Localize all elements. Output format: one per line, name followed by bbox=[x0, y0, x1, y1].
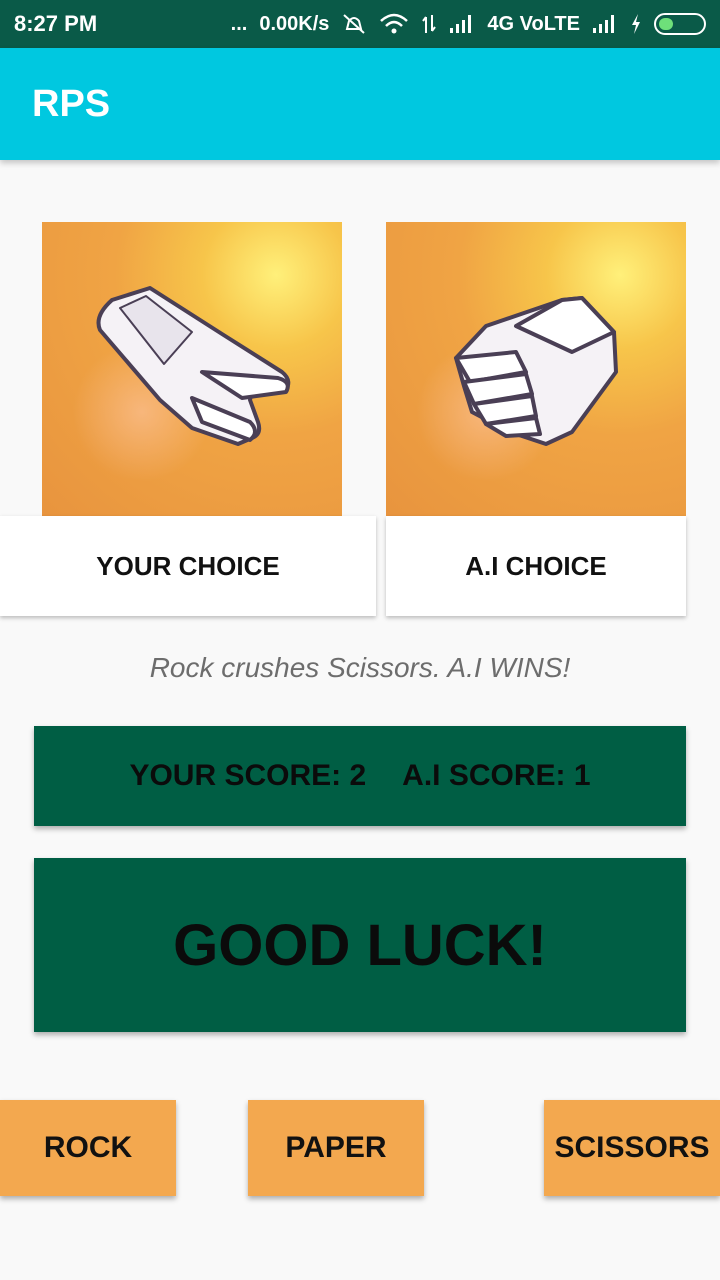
net-speed: 0.00K/s bbox=[259, 12, 330, 35]
banner-text: GOOD LUCK! bbox=[173, 912, 547, 978]
app-title: RPS bbox=[32, 82, 111, 125]
status-indicators: ... 0.00K/s 4G VoLTE bbox=[231, 13, 706, 36]
charging-icon bbox=[630, 13, 642, 35]
signal-icon bbox=[592, 14, 618, 34]
wifi-icon bbox=[379, 13, 409, 35]
user-choice-image bbox=[42, 222, 342, 516]
data-arrows-icon bbox=[421, 13, 437, 35]
signal-icon bbox=[449, 14, 475, 34]
score-panel: YOUR SCORE: 2 A.I SCORE: 1 bbox=[34, 726, 686, 826]
ai-choice-image bbox=[386, 222, 686, 516]
rock-button[interactable]: ROCK bbox=[0, 1100, 176, 1196]
ai-score: A.I SCORE: 1 bbox=[402, 759, 591, 792]
ai-choice-card: A.I CHOICE bbox=[386, 516, 686, 616]
status-bar: 8:27 PM ... 0.00K/s 4G VoLTE bbox=[0, 0, 720, 48]
scissors-button[interactable]: SCISSORS bbox=[544, 1100, 720, 1196]
rock-fist-icon bbox=[454, 296, 618, 446]
your-choice-label: YOUR CHOICE bbox=[96, 550, 280, 581]
ai-choice-label: A.I CHOICE bbox=[465, 550, 607, 581]
your-score: YOUR SCORE: 2 bbox=[129, 759, 367, 792]
your-choice-card: YOUR CHOICE bbox=[0, 516, 376, 616]
battery-icon bbox=[654, 13, 706, 35]
network-type: 4G VoLTE bbox=[487, 12, 580, 35]
mute-icon bbox=[341, 13, 367, 35]
result-message: Rock crushes Scissors. A.I WINS! bbox=[149, 652, 571, 683]
good-luck-banner: GOOD LUCK! bbox=[34, 858, 686, 1032]
status-dots: ... bbox=[230, 12, 248, 35]
app-bar: RPS bbox=[0, 48, 720, 160]
paper-button[interactable]: PAPER bbox=[248, 1100, 424, 1196]
status-time: 8:27 PM bbox=[14, 11, 98, 36]
scissors-hand-icon bbox=[96, 286, 291, 446]
